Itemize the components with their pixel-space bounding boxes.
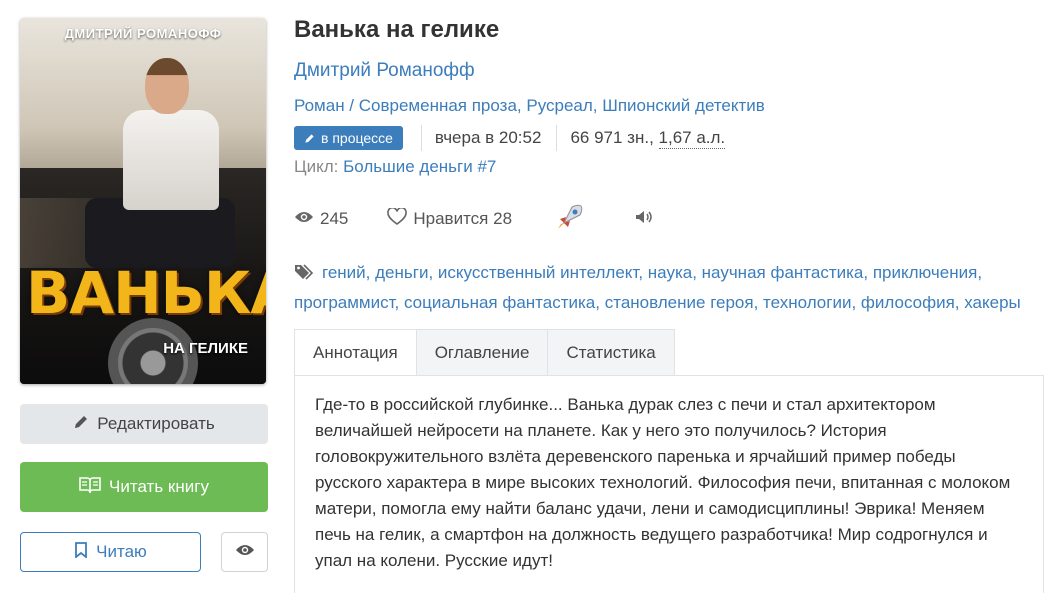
book-meta: в процессе вчера в 20:52 66 971 зн., 1,6… <box>294 125 1044 151</box>
tag-link[interactable]: социальная фантастика <box>404 293 595 312</box>
status-badge-label: в процессе <box>321 130 393 146</box>
tag-link[interactable]: становление героя <box>605 293 754 312</box>
eye-icon <box>235 542 255 562</box>
tag-link[interactable]: искусственный интеллект <box>438 263 638 282</box>
left-column: ДМИТРИЙ РОМАНОФФ ВАНЬКА НА ГЕЛИКЕ Редакт… <box>20 18 268 572</box>
genre-link[interactable]: Шпионский детектив <box>602 96 765 115</box>
tag-link[interactable]: технологии <box>763 293 851 312</box>
audio-button[interactable] <box>634 209 660 230</box>
speaker-icon <box>634 209 660 230</box>
author-link[interactable]: Дмитрий Романофф <box>294 60 1044 82</box>
annotation-text: Где-то в российской глубинке... Ванька д… <box>315 395 1011 570</box>
tag-link[interactable]: философия <box>861 293 955 312</box>
genre-link[interactable]: Роман <box>294 96 345 115</box>
tags-list: гений, деньги, искусственный интеллект, … <box>294 262 1021 312</box>
tag-link[interactable]: приключения <box>873 263 977 282</box>
views-count: 245 <box>294 209 348 229</box>
pencil-icon <box>73 414 97 435</box>
book-size-al[interactable]: 1,67 а.л. <box>658 128 726 149</box>
views-value: 245 <box>320 209 349 228</box>
cycle-link[interactable]: Большие деньги #7 <box>343 157 496 176</box>
book-info: Ванька на гелике Дмитрий Романофф Роман … <box>294 16 1044 316</box>
tab-annotation[interactable]: Аннотация <box>294 329 417 376</box>
genre-link[interactable]: Современная проза <box>359 96 517 115</box>
cycle-label: Цикл: <box>294 157 339 176</box>
book-title: Ванька на гелике <box>294 16 500 43</box>
cover-man <box>85 58 235 288</box>
likes-value: 28 <box>493 209 513 228</box>
book-size: 66 971 зн., <box>570 128 659 147</box>
info-tabs: Аннотация Оглавление Статистика <box>294 329 675 376</box>
read-book-button[interactable]: Читать книгу <box>20 462 268 512</box>
promote-button[interactable] <box>556 203 590 236</box>
tab-statistics[interactable]: Статистика <box>548 329 675 376</box>
eye-icon <box>294 209 320 229</box>
tag-link[interactable]: научная фантастика <box>702 263 864 282</box>
book-stats: 245 Нравится 28 <box>294 204 1044 231</box>
genre-link[interactable]: Русреал <box>526 96 592 115</box>
tag-icon <box>294 262 316 289</box>
rocket-icon <box>556 203 590 236</box>
reading-status-label: Читаю <box>96 542 147 561</box>
updated-time: вчера в 20:52 <box>434 128 542 147</box>
cover-author-text: ДМИТРИЙ РОМАНОФФ <box>64 26 222 41</box>
edit-button[interactable]: Редактировать <box>20 404 268 444</box>
cycle-info: Цикл: Большие деньги #7 <box>294 157 1044 177</box>
tab-contents[interactable]: Оглавление <box>416 329 549 376</box>
watch-button[interactable] <box>221 532 268 572</box>
cover-title-big: ВАНЬКА <box>26 259 266 327</box>
library-actions: Читаю <box>20 532 268 572</box>
cover-title-small: НА ГЕЛИКЕ <box>163 340 248 357</box>
likes-label: Нравится <box>413 209 489 228</box>
tag-link[interactable]: деньги <box>375 263 428 282</box>
book-cover[interactable]: ДМИТРИЙ РОМАНОФФ ВАНЬКА НА ГЕЛИКЕ <box>20 18 266 384</box>
status-badge: в процессе <box>294 126 403 150</box>
tag-link[interactable]: гений <box>322 263 366 282</box>
bookmark-icon <box>74 541 96 563</box>
tag-link[interactable]: программист <box>294 293 395 312</box>
heart-icon <box>387 206 413 231</box>
tag-link[interactable]: наука <box>648 263 692 282</box>
pencil-icon <box>305 133 314 143</box>
edit-button-label: Редактировать <box>97 414 215 433</box>
tag-link[interactable]: хакеры <box>964 293 1021 312</box>
read-book-label: Читать книгу <box>109 477 209 496</box>
genres-list: Роман / Современная проза, Русреал, Шпио… <box>294 96 765 115</box>
like-button[interactable]: Нравится 28 <box>387 206 513 231</box>
annotation-panel: Где-то в российской глубинке... Ванька д… <box>294 375 1044 593</box>
open-book-icon <box>79 476 109 499</box>
reading-status-button[interactable]: Читаю <box>20 532 201 572</box>
